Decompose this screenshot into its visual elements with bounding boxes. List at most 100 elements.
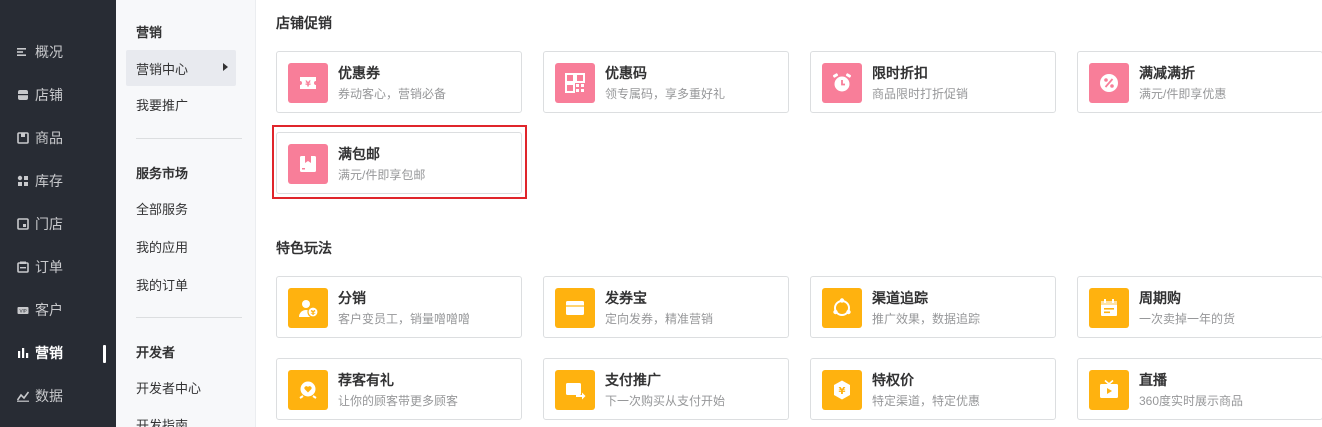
nav-label: 订单 — [35, 259, 63, 275]
card-title: 优惠码 — [605, 65, 647, 81]
subnav-item-promote[interactable]: 我要推广 — [126, 86, 236, 122]
svg-text:VIP: VIP — [19, 308, 26, 314]
subnav-item-label: 全部服务 — [136, 201, 189, 217]
card-payment-promotion[interactable]: 支付推广 下一次购买从支付开始 — [543, 358, 789, 420]
primary-nav: 概况 店铺 商品 库存 门店 订单 VIP 客户 营销 数据 — [0, 0, 116, 427]
card-privilege-price[interactable]: ¥ 特权价 特定渠道，特定优惠 — [810, 358, 1056, 420]
nav-item-customer[interactable]: VIP 客户 — [0, 295, 116, 325]
subnav-group-title: 营销 — [136, 25, 163, 40]
card-channel-tracking[interactable]: 渠道追踪 推广效果，数据追踪 — [810, 276, 1056, 338]
secondary-nav: 营销 营销中心 我要推广 服务市场 全部服务 我的应用 我的订单 开发者 开发者… — [116, 0, 256, 427]
coupon-wallet-icon — [555, 288, 595, 328]
subnav-item-label: 开发指南 — [136, 417, 189, 427]
subnav-divider — [136, 317, 242, 318]
card-title: 优惠券 — [338, 65, 380, 81]
nav-label: 概况 — [35, 44, 63, 60]
nav-label: 库存 — [35, 173, 63, 189]
subnav-divider — [136, 138, 242, 139]
subnav-item-label: 我的应用 — [136, 239, 189, 255]
subnav-item-dev-guide[interactable]: 开发指南 — [126, 406, 236, 427]
referral-gift-icon — [288, 370, 328, 410]
nav-item-shop[interactable]: 门店 — [0, 209, 116, 239]
card-desc: 领专属码，享多重好礼 — [605, 87, 726, 101]
privilege-price-icon: ¥ — [822, 370, 862, 410]
subnav-item-all-services[interactable]: 全部服务 — [126, 190, 236, 226]
nav-label: 商品 — [35, 130, 63, 146]
nav-label: 客户 — [35, 302, 63, 318]
card-live-stream[interactable]: 直播 360度实时展示商品 — [1077, 358, 1322, 420]
calendar-icon — [1089, 288, 1129, 328]
customer-icon: VIP — [17, 304, 29, 316]
card-desc: 客户变员工，销量噌噌噌 — [338, 312, 471, 326]
card-distribution[interactable]: ¥ 分销 客户变员工，销量噌噌噌 — [276, 276, 522, 338]
card-coupon-code[interactable]: 优惠码 领专属码，享多重好礼 — [543, 51, 789, 113]
alarm-clock-icon — [822, 63, 862, 103]
card-title: 发券宝 — [605, 290, 647, 306]
section-title-featured-play: 特色玩法 — [276, 240, 332, 256]
card-limited-discount[interactable]: 限时折扣 商品限时打折促销 — [810, 51, 1056, 113]
order-icon — [17, 261, 29, 273]
card-title: 限时折扣 — [872, 65, 928, 81]
card-desc: 定向发券，精准营销 — [605, 312, 714, 326]
nav-label: 营销 — [35, 345, 63, 361]
card-desc: 券动客心，营销必备 — [338, 87, 447, 101]
subnav-item-label: 开发者中心 — [136, 380, 202, 396]
subnav-item-my-orders[interactable]: 我的订单 — [126, 266, 236, 302]
nav-item-goods[interactable]: 商品 — [0, 123, 116, 153]
svg-text:¥: ¥ — [311, 309, 316, 317]
marketing-icon — [17, 347, 29, 359]
card-title: 渠道追踪 — [872, 290, 928, 306]
caret-right-icon — [223, 63, 228, 71]
nav-label: 店铺 — [35, 87, 63, 103]
card-title: 分销 — [338, 290, 366, 306]
card-desc: 推广效果，数据追踪 — [872, 312, 981, 326]
section-title-store-promotion: 店铺促销 — [276, 15, 332, 31]
card-full-reduction[interactable]: 满减满折 满元/件即享优惠 — [1077, 51, 1322, 113]
card-desc: 一次卖掉一年的货 — [1139, 312, 1236, 326]
card-desc: 360度实时展示商品 — [1139, 394, 1244, 408]
card-coupon[interactable]: ¥ 优惠券 券动客心，营销必备 — [276, 51, 522, 113]
nav-label: 门店 — [35, 216, 63, 232]
nav-item-inventory[interactable]: 库存 — [0, 166, 116, 196]
nav-item-overview[interactable]: 概况 — [0, 37, 116, 67]
card-title: 满减满折 — [1139, 65, 1195, 81]
card-coupon-wallet[interactable]: 发券宝 定向发券，精准营销 — [543, 276, 789, 338]
qrcode-icon — [555, 63, 595, 103]
live-tv-icon — [1089, 370, 1129, 410]
subnav-item-marketing-center[interactable]: 营销中心 — [126, 50, 236, 86]
nav-item-order[interactable]: 订单 — [0, 252, 116, 282]
card-title: 荐客有礼 — [338, 372, 394, 388]
subnav-group-title: 服务市场 — [136, 166, 189, 181]
subnav-item-label: 我的订单 — [136, 277, 189, 293]
overview-icon — [17, 46, 29, 58]
card-referral-gift[interactable]: 荐客有礼 让你的顾客带更多顾客 — [276, 358, 522, 420]
percent-icon — [1089, 63, 1129, 103]
nav-item-data[interactable]: 数据 — [0, 381, 116, 411]
card-title: 周期购 — [1139, 290, 1181, 306]
nav-item-marketing[interactable]: 营销 — [0, 338, 116, 368]
coupon-icon: ¥ — [288, 63, 328, 103]
subnav-item-my-apps[interactable]: 我的应用 — [126, 228, 236, 264]
card-title: 支付推广 — [605, 372, 661, 388]
svg-text:¥: ¥ — [305, 80, 311, 89]
card-desc: 让你的顾客带更多顾客 — [338, 394, 459, 408]
nav-item-store[interactable]: 店铺 — [0, 80, 116, 110]
card-desc: 商品限时打折促销 — [872, 87, 969, 101]
subnav-item-developer-center[interactable]: 开发者中心 — [126, 369, 236, 405]
store-icon — [17, 89, 29, 101]
card-desc: 满元/件即享优惠 — [1139, 87, 1227, 101]
card-desc: 特定渠道，特定优惠 — [872, 394, 981, 408]
goods-icon — [17, 132, 29, 144]
app-root: 概况 店铺 商品 库存 门店 订单 VIP 客户 营销 数据 营销 营销中心 我… — [0, 0, 1322, 427]
nav-label: 数据 — [35, 388, 63, 404]
tracking-icon — [822, 288, 862, 328]
shop-icon — [17, 218, 29, 230]
subnav-group-title: 开发者 — [136, 345, 176, 360]
svg-text:¥: ¥ — [839, 386, 846, 397]
data-icon — [17, 390, 29, 402]
distribution-icon: ¥ — [288, 288, 328, 328]
subnav-item-label: 我要推广 — [136, 97, 189, 113]
card-desc: 下一次购买从支付开始 — [605, 394, 726, 408]
payment-promotion-icon — [555, 370, 595, 410]
card-periodic-purchase[interactable]: 周期购 一次卖掉一年的货 — [1077, 276, 1322, 338]
